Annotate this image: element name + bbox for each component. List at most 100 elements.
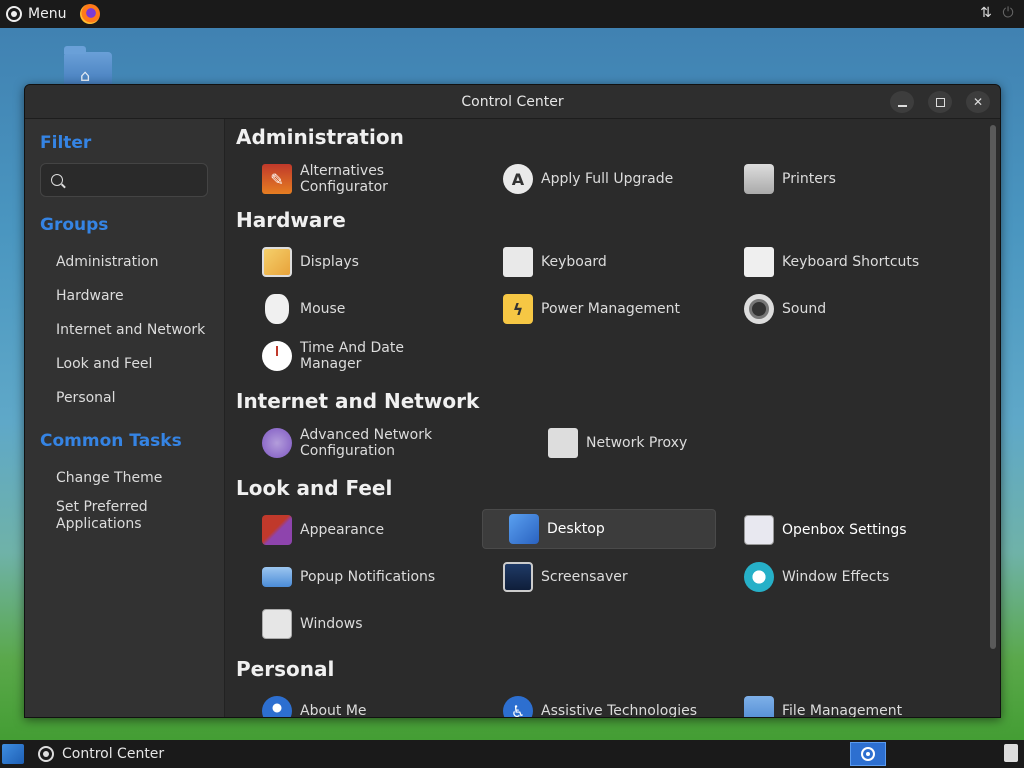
maximize-icon [935,98,945,107]
speaker-icon [744,294,774,324]
section-look-and-feel: Look and Feel Appearance Desktop Openbox… [236,470,1000,651]
item-openbox-settings[interactable]: Openbox Settings [718,510,948,550]
power-icon: ϟ [503,294,533,324]
item-alternatives-configurator[interactable]: ✎ Alternatives Configurator [236,159,466,199]
item-file-management[interactable]: File Management [718,691,948,717]
sidebar: Filter Groups Administration Hardware In… [25,119,225,717]
search-input[interactable] [71,172,201,188]
item-popup-notifications[interactable]: Popup Notifications [236,557,466,597]
window-controls: ✕ [890,91,990,113]
control-center-icon [38,746,54,762]
main-panel: Administration ✎ Alternatives Configurato… [225,119,1000,717]
item-label: Power Management [541,301,681,317]
workspace-icon [861,747,875,761]
item-keyboard[interactable]: Keyboard [477,242,707,282]
taskbar-item-control-center[interactable]: Control Center [38,746,164,762]
clock-icon [262,341,292,371]
group-link-internet-and-network[interactable]: Internet and Network [40,313,224,347]
openbox-settings-icon [744,515,774,545]
item-label: File Management [782,703,903,717]
item-label: Advanced Network Configuration [300,427,433,459]
group-link-hardware[interactable]: Hardware [40,279,224,313]
maximize-button[interactable] [928,91,952,113]
keyboard-icon [503,247,533,277]
item-mouse[interactable]: Mouse [236,289,466,329]
item-apply-full-upgrade[interactable]: A Apply Full Upgrade [477,159,707,199]
taskbar-item-label: Control Center [62,746,165,762]
firefox-icon[interactable] [80,4,101,24]
groups-heading: Groups [40,215,109,235]
item-label: Sound [782,301,827,317]
item-about-me[interactable]: About Me [236,691,466,717]
item-label: Appearance [300,522,385,538]
section-personal: Personal About Me ♿ Assistive Technologie… [236,651,1000,717]
windows-icon [262,609,292,639]
task-link-change-theme[interactable]: Change Theme [40,461,224,495]
network-transfer-icon[interactable]: ⇅ [978,4,994,22]
accessibility-icon: ♿ [503,696,533,717]
workspace-switcher[interactable] [850,742,886,766]
item-label: Apply Full Upgrade [541,171,674,187]
bottom-panel: Control Center [0,740,1024,768]
section-hardware: Hardware Displays Keyboard Keyboard Shor… [236,202,1000,383]
group-link-administration[interactable]: Administration [40,245,224,279]
section-title: Look and Feel [236,476,393,500]
section-title: Hardware [236,208,346,232]
menu-button[interactable]: Menu [0,0,72,28]
item-printers[interactable]: Printers [718,159,948,199]
item-appearance[interactable]: Appearance [236,510,466,550]
item-label: Printers [782,171,836,187]
titlebar[interactable]: Control Center ✕ [25,85,1000,119]
item-window-effects[interactable]: Window Effects [718,557,948,597]
power-icon[interactable]: ⏻ [1000,4,1016,22]
item-label: Windows [300,616,363,632]
window-effects-icon [744,562,774,592]
item-label: Keyboard Shortcuts [782,254,920,270]
desktop-icon [509,514,539,544]
item-label: Desktop [547,521,605,537]
item-advanced-network-configuration[interactable]: Advanced Network Configuration [236,423,516,463]
item-label: Displays [300,254,359,270]
item-network-proxy[interactable]: Network Proxy [522,423,722,463]
group-link-personal[interactable]: Personal [40,381,224,415]
section-title: Personal [236,657,335,681]
printer-icon [744,164,774,194]
item-label: Time And Date Manager [300,340,404,372]
item-label: Alternatives Configurator [300,163,388,195]
control-center-window: Control Center ✕ Filter Groups Administr… [24,84,1001,718]
item-label: Assistive Technologies [541,703,698,717]
item-power-management[interactable]: ϟ Power Management [477,289,707,329]
task-link-set-preferred-applications[interactable]: Set Preferred Applications [40,495,224,535]
close-button[interactable]: ✕ [966,91,990,113]
minimize-button[interactable] [890,91,914,113]
item-label: Keyboard [541,254,607,270]
item-label: Window Effects [782,569,890,585]
screensaver-icon [503,562,533,592]
item-sound[interactable]: Sound [718,289,948,329]
close-icon: ✕ [972,95,984,109]
common-tasks-heading: Common Tasks [40,431,182,451]
search-field[interactable] [40,163,208,197]
item-time-and-date-manager[interactable]: Time And Date Manager [236,336,466,376]
show-desktop-button[interactable] [2,744,24,764]
window-content: Filter Groups Administration Hardware In… [25,119,1000,717]
minimize-icon [897,104,907,107]
item-assistive-technologies[interactable]: ♿ Assistive Technologies [477,691,707,717]
group-link-look-and-feel[interactable]: Look and Feel [40,347,224,381]
display-icon [262,247,292,277]
house-icon: ⌂ [80,66,91,85]
item-label: Mouse [300,301,346,317]
menu-label: Menu [28,6,67,22]
trash-icon[interactable] [1004,744,1018,762]
item-label: Screensaver [541,569,628,585]
item-windows[interactable]: Windows [236,604,466,644]
section-internet-and-network: Internet and Network Advanced Network Co… [236,383,1000,470]
alternatives-configurator-icon: ✎ [262,164,292,194]
mouse-icon [265,294,289,324]
section-title: Administration [236,125,404,149]
item-desktop[interactable]: Desktop [482,509,716,549]
popup-notifications-icon [262,567,292,587]
item-displays[interactable]: Displays [236,242,466,282]
item-keyboard-shortcuts[interactable]: Keyboard Shortcuts [718,242,948,282]
item-screensaver[interactable]: Screensaver [477,557,707,597]
